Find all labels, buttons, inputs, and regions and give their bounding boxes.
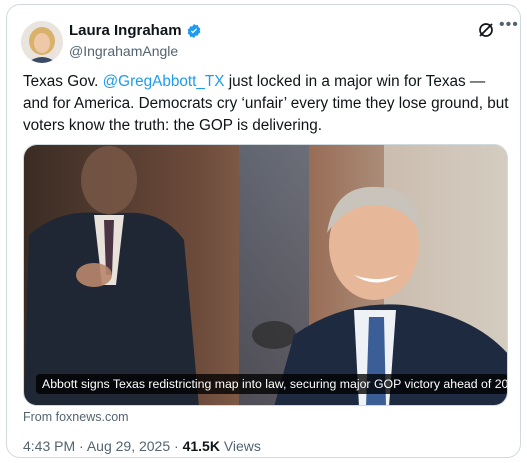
- post-date[interactable]: Aug 29, 2025: [87, 438, 170, 454]
- author-name-row[interactable]: Laura Ingraham: [69, 22, 202, 39]
- source-link[interactable]: From foxnews.com: [23, 410, 129, 424]
- verified-badge-icon: [187, 23, 200, 38]
- media-card[interactable]: Abbott signs Texas redistricting map int…: [23, 144, 508, 406]
- meta-separator-2: ·: [174, 438, 179, 454]
- avatar[interactable]: [21, 21, 63, 63]
- views-count: 41.5K: [182, 438, 220, 454]
- media-caption: Abbott signs Texas redistricting map int…: [36, 374, 507, 394]
- post-text-start: Texas Gov.: [23, 73, 103, 90]
- more-icon[interactable]: •••: [499, 16, 519, 34]
- post-time[interactable]: 4:43 PM: [23, 438, 75, 454]
- post-text: Texas Gov. @GregAbbott_TX just locked in…: [23, 71, 511, 137]
- post-meta: 4:43 PM · Aug 29, 2025 · 41.5K Views: [23, 438, 261, 454]
- author-name[interactable]: Laura Ingraham: [69, 22, 182, 39]
- grok-icon[interactable]: [477, 21, 495, 39]
- mention-link[interactable]: @GregAbbott_TX: [103, 73, 225, 90]
- author-handle[interactable]: @IngrahamAngle: [69, 43, 178, 59]
- post-card: Laura Ingraham @IngrahamAngle ••• Texas …: [6, 4, 521, 458]
- meta-separator: ·: [79, 438, 84, 454]
- views-label: Views: [223, 438, 261, 454]
- media-image: [24, 145, 507, 405]
